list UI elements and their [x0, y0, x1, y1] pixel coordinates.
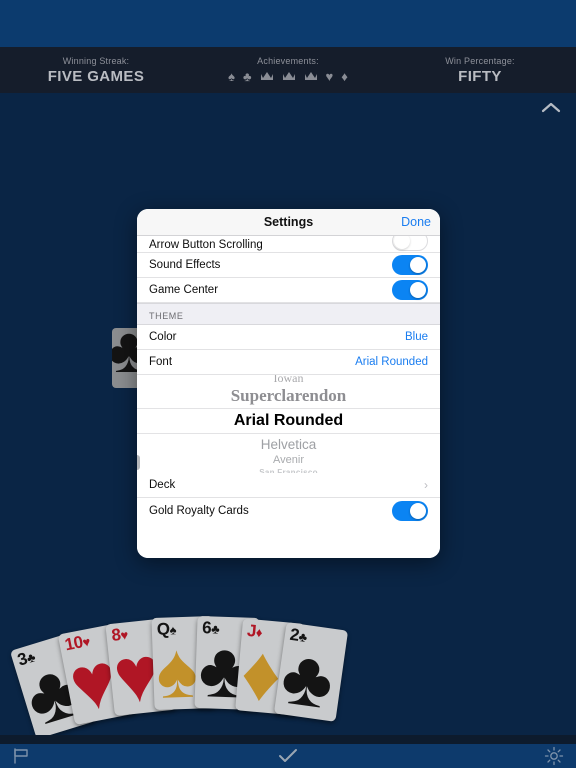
gold-royalty-cards-toggle[interactable] — [392, 500, 428, 521]
color-value: Blue — [404, 331, 428, 343]
win-percentage-label: Win Percentage: — [445, 55, 515, 66]
setting-label: Color — [149, 331, 177, 343]
stat-winning-streak: Winning Streak: FIVE GAMES — [0, 56, 192, 85]
toolbar-shadow-strip — [0, 735, 576, 744]
win-percentage-value: FIFTY — [458, 67, 502, 85]
toggle-knob — [394, 236, 410, 249]
stat-win-percentage: Win Percentage: FIFTY — [384, 56, 576, 85]
chevron-up-icon[interactable] — [538, 98, 564, 118]
toggle-knob — [410, 257, 426, 273]
playing-card[interactable]: 2♣ ♣ — [273, 622, 349, 722]
bottom-toolbar — [0, 744, 576, 768]
setting-label: Font — [149, 356, 173, 368]
card-suit-large: ♣ — [276, 631, 340, 722]
winning-streak-value: FIVE GAMES — [47, 67, 145, 85]
winning-streak-label: Winning Streak: — [62, 55, 130, 66]
setting-row-font[interactable]: Font Arial Rounded — [137, 350, 440, 375]
font-picker-option[interactable]: Superclarendon — [137, 387, 440, 408]
setting-label: Gold Royalty Cards — [149, 504, 249, 517]
club-icon: ♣ — [243, 68, 252, 84]
game-center-toggle[interactable] — [392, 280, 428, 300]
checkmark-icon[interactable] — [277, 744, 299, 768]
settings-dialog: Settings Done Arrow Button Scrolling Sou… — [137, 209, 440, 558]
setting-row-sound-effects[interactable]: Sound Effects — [137, 253, 440, 278]
chevron-right-icon: › — [424, 478, 428, 492]
setting-row-deck[interactable]: Deck › — [137, 473, 440, 498]
spade-icon: ♠ — [228, 68, 235, 84]
heart-icon: ♥ — [325, 68, 334, 84]
diamond-icon: ♦ — [341, 68, 348, 84]
settings-dialog-header: Settings Done — [137, 209, 440, 236]
achievements-icon-row: ♠ ♣ ♥ ♦ — [228, 68, 348, 84]
crown-icon — [282, 70, 296, 82]
stats-bar: Winning Streak: FIVE GAMES Achievements:… — [0, 47, 576, 93]
font-picker-wheel[interactable]: Iowan Superclarendon Arial Rounded Helve… — [137, 375, 440, 473]
card-fan: 3♣ ♣ 10♥ ♥ 8♥ ♥ Q♠ ♠ 6♣ ♣ J♦ ♦ 2♣ ♣ — [9, 612, 358, 740]
arrow-button-scrolling-toggle[interactable] — [392, 236, 428, 251]
flag-icon[interactable] — [12, 744, 32, 768]
setting-row-arrow-button-scrolling[interactable]: Arrow Button Scrolling — [137, 236, 440, 253]
setting-label: Arrow Button Scrolling — [149, 239, 263, 251]
settings-dialog-body: Arrow Button Scrolling Sound Effects Gam… — [137, 236, 440, 558]
crown-icon — [260, 70, 274, 82]
setting-row-color[interactable]: Color Blue — [137, 325, 440, 350]
font-value: Arial Rounded — [355, 356, 428, 368]
card-suit-large: ♠ — [154, 625, 200, 711]
setting-label: Sound Effects — [149, 259, 221, 271]
settings-dialog-title: Settings — [263, 215, 314, 229]
font-picker-option[interactable]: San Francisco — [137, 466, 440, 473]
theme-section-label: THEME — [149, 311, 184, 321]
done-button[interactable]: Done — [401, 215, 431, 229]
setting-label: Game Center — [149, 284, 219, 296]
font-picker-option[interactable]: Helvetica — [137, 434, 440, 452]
achievements-label: Achievements: — [257, 56, 319, 66]
crown-icon — [304, 70, 318, 82]
font-picker-option-selected[interactable]: Arial Rounded — [137, 408, 440, 435]
setting-label: Deck — [149, 479, 176, 491]
stat-achievements: Achievements: ♠ ♣ ♥ ♦ — [192, 56, 384, 84]
setting-row-game-center[interactable]: Game Center — [137, 278, 440, 303]
sound-effects-toggle[interactable] — [392, 255, 428, 275]
toggle-knob — [410, 282, 426, 298]
top-bar — [0, 0, 576, 47]
setting-row-gold-royalty-cards[interactable]: Gold Royalty Cards — [137, 498, 440, 523]
gear-icon[interactable] — [544, 744, 564, 768]
toggle-knob — [410, 502, 426, 519]
theme-section-header: THEME — [137, 303, 440, 325]
app-root: Winning Streak: FIVE GAMES Achievements:… — [0, 0, 576, 768]
dialog-resize-grabber[interactable] — [137, 455, 140, 470]
font-picker-option[interactable]: Avenir — [137, 452, 440, 466]
